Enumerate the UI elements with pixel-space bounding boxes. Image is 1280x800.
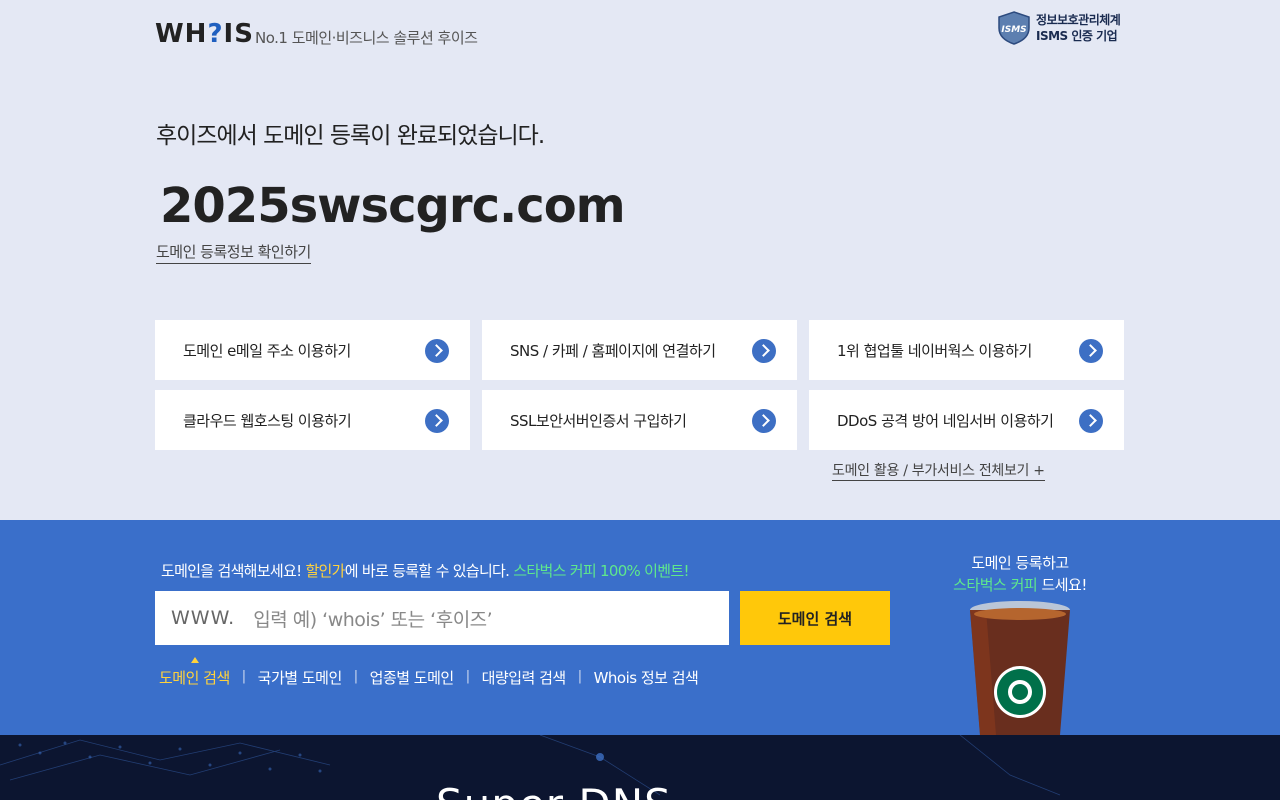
check-registration-link[interactable]: 도메인 등록정보 확인하기 — [156, 241, 311, 264]
isms-line2: ISMS 인증 기업 — [1036, 29, 1118, 43]
promo-discount: 할인가 — [305, 562, 345, 580]
promo-side-rest: 드세요! — [1037, 576, 1087, 594]
question-mark-icon: ? — [207, 19, 224, 49]
chevron-right-icon — [752, 409, 776, 433]
service-label: SNS / 카페 / 홈페이지에 연결하기 — [510, 341, 716, 360]
domain-search-input[interactable]: WWW. 입력 예) ‘whois’ 또는 ‘후이즈’ — [155, 591, 729, 645]
tagline: No.1 도메인·비즈니스 솔루션 후이즈 — [255, 29, 478, 47]
tab-bulk-search[interactable]: 대량입력 검색 — [482, 667, 567, 688]
service-ssl[interactable]: SSL보안서버인증서 구입하기 — [482, 390, 797, 450]
tab-separator: | — [353, 669, 358, 684]
tab-separator: | — [577, 669, 582, 684]
tab-separator: | — [241, 669, 246, 684]
all-services-link[interactable]: 도메인 활용 / 부가서비스 전체보기 + — [832, 460, 1045, 481]
chevron-right-icon — [1079, 339, 1103, 363]
promo-side-line1: 도메인 등록하고 — [971, 554, 1069, 572]
tab-separator: | — [465, 669, 470, 684]
tab-whois-info[interactable]: Whois 정보 검색 — [594, 667, 699, 688]
chevron-right-icon — [1079, 409, 1103, 433]
promo-event[interactable]: 스타벅스 커피 100% 이벤트! — [513, 562, 689, 580]
isms-badge-icon: ISMS — [996, 11, 1032, 45]
tab-domain-search[interactable]: 도메인 검색 — [159, 657, 230, 688]
svg-text:ISMS: ISMS — [1001, 25, 1026, 35]
service-label: 1위 협업툴 네이버웍스 이용하기 — [837, 341, 1032, 360]
service-ddos[interactable]: DDoS 공격 방어 네임서버 이용하기 — [809, 390, 1124, 450]
super-dns-title: Super DNS — [436, 780, 672, 800]
search-promo-text: 도메인을 검색해보세요! 할인가에 바로 등록할 수 있습니다. 스타벅스 커피… — [161, 560, 689, 581]
chevron-right-icon — [752, 339, 776, 363]
header: WH?IS No.1 도메인·비즈니스 솔루션 후이즈 ISMS 정보보호관리체… — [0, 0, 1280, 70]
registered-domain: 2025swscgrc.com — [160, 178, 626, 234]
completion-message: 후이즈에서 도메인 등록이 완료되었습니다. — [156, 123, 545, 149]
www-prefix: WWW. — [171, 607, 236, 629]
service-naverworks[interactable]: 1위 협업툴 네이버웍스 이용하기 — [809, 320, 1124, 380]
starbucks-promo[interactable]: 도메인 등록하고 스타벅스 커피 드세요! — [940, 552, 1100, 596]
whois-logo[interactable]: WH?IS — [155, 10, 254, 50]
promo-side-green: 스타벅스 커피 — [953, 576, 1038, 594]
service-label: 도메인 e메일 주소 이용하기 — [183, 341, 351, 360]
service-sns-link[interactable]: SNS / 카페 / 홈페이지에 연결하기 — [482, 320, 797, 380]
super-dns-banner: Super DNS — [0, 735, 1280, 800]
tab-industry-domain[interactable]: 업종별 도메인 — [370, 667, 455, 688]
chevron-right-icon — [425, 409, 449, 433]
tab-country-domain[interactable]: 국가별 도메인 — [258, 667, 343, 688]
isms-certification: ISMS 정보보호관리체계 ISMS 인증 기업 — [996, 10, 1121, 46]
coffee-cup-icon — [966, 600, 1074, 735]
service-email[interactable]: 도메인 e메일 주소 이용하기 — [155, 320, 470, 380]
promo-prefix: 도메인을 검색해보세요! — [161, 562, 306, 580]
search-placeholder: 입력 예) ‘whois’ 또는 ‘후이즈’ — [253, 608, 493, 631]
service-cloud-hosting[interactable]: 클라우드 웹호스팅 이용하기 — [155, 390, 470, 450]
service-label: 클라우드 웹호스팅 이용하기 — [183, 411, 352, 430]
chevron-right-icon — [425, 339, 449, 363]
search-tabs: 도메인 검색 | 국가별 도메인 | 업종별 도메인 | 대량입력 검색 | W… — [159, 657, 699, 688]
isms-line1: 정보보호관리체계 — [1036, 13, 1121, 27]
service-label: SSL보안서버인증서 구입하기 — [510, 411, 687, 430]
promo-middle: 에 바로 등록할 수 있습니다. — [344, 562, 514, 580]
service-label: DDoS 공격 방어 네임서버 이용하기 — [837, 411, 1054, 430]
domain-search-button[interactable]: 도메인 검색 — [740, 591, 890, 645]
